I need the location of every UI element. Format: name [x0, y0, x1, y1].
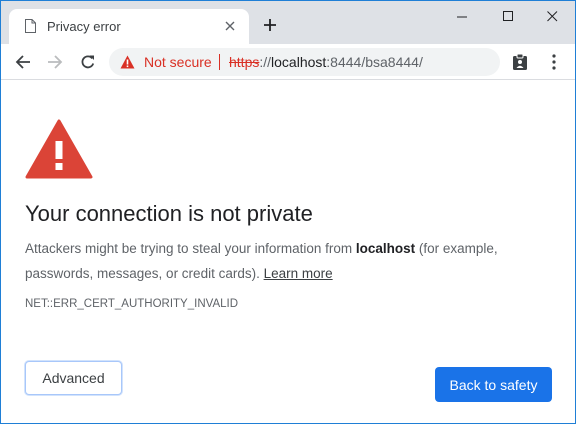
error-description: Attackers might be trying to steal your …: [25, 236, 545, 286]
clipboard-extension-icon[interactable]: [509, 51, 531, 73]
minimize-icon[interactable]: [439, 1, 485, 31]
url-path: :8444/bsa8444/: [326, 54, 423, 70]
kebab-menu-icon[interactable]: [543, 51, 565, 73]
forward-arrow-icon[interactable]: [42, 49, 68, 75]
advanced-button[interactable]: Advanced: [25, 361, 122, 395]
error-code: NET::ERR_CERT_AUTHORITY_INVALID: [25, 298, 239, 310]
close-icon[interactable]: [529, 1, 575, 31]
omnibox-divider: [219, 54, 220, 70]
interstitial-page: Your connection is not private Attackers…: [1, 81, 575, 423]
reload-icon[interactable]: [75, 49, 101, 75]
learn-more-link[interactable]: Learn more: [264, 266, 333, 281]
tab-title: Privacy error: [47, 19, 121, 34]
tab-strip: Privacy error: [1, 1, 575, 44]
address-bar[interactable]: Not secure https://localhost:8444/bsa844…: [109, 48, 500, 76]
not-secure-label[interactable]: Not secure: [144, 54, 212, 70]
tab-privacy-error[interactable]: Privacy error: [9, 9, 249, 44]
new-tab-plus-icon[interactable]: [259, 14, 281, 36]
browser-window: Privacy error Not secure https://localho…: [0, 0, 576, 424]
back-arrow-icon[interactable]: [10, 49, 36, 75]
maximize-icon[interactable]: [485, 1, 531, 31]
warning-triangle-icon: [25, 119, 93, 179]
toolbar: Not secure https://localhost:8444/bsa844…: [1, 44, 575, 80]
back-to-safety-button[interactable]: Back to safety: [435, 367, 552, 402]
url-text[interactable]: https://localhost:8444/bsa8444/: [229, 54, 423, 70]
page-title: Your connection is not private: [25, 201, 313, 226]
description-host: localhost: [355, 241, 416, 256]
tab-close-icon[interactable]: [221, 17, 239, 35]
description-text-start: Attackers might be trying to steal your …: [25, 241, 356, 256]
document-icon: [25, 19, 36, 33]
not-secure-warning-icon[interactable]: [120, 55, 135, 69]
url-scheme: https: [229, 54, 260, 70]
url-host: localhost: [271, 54, 327, 70]
url-separator: ://: [259, 54, 272, 70]
